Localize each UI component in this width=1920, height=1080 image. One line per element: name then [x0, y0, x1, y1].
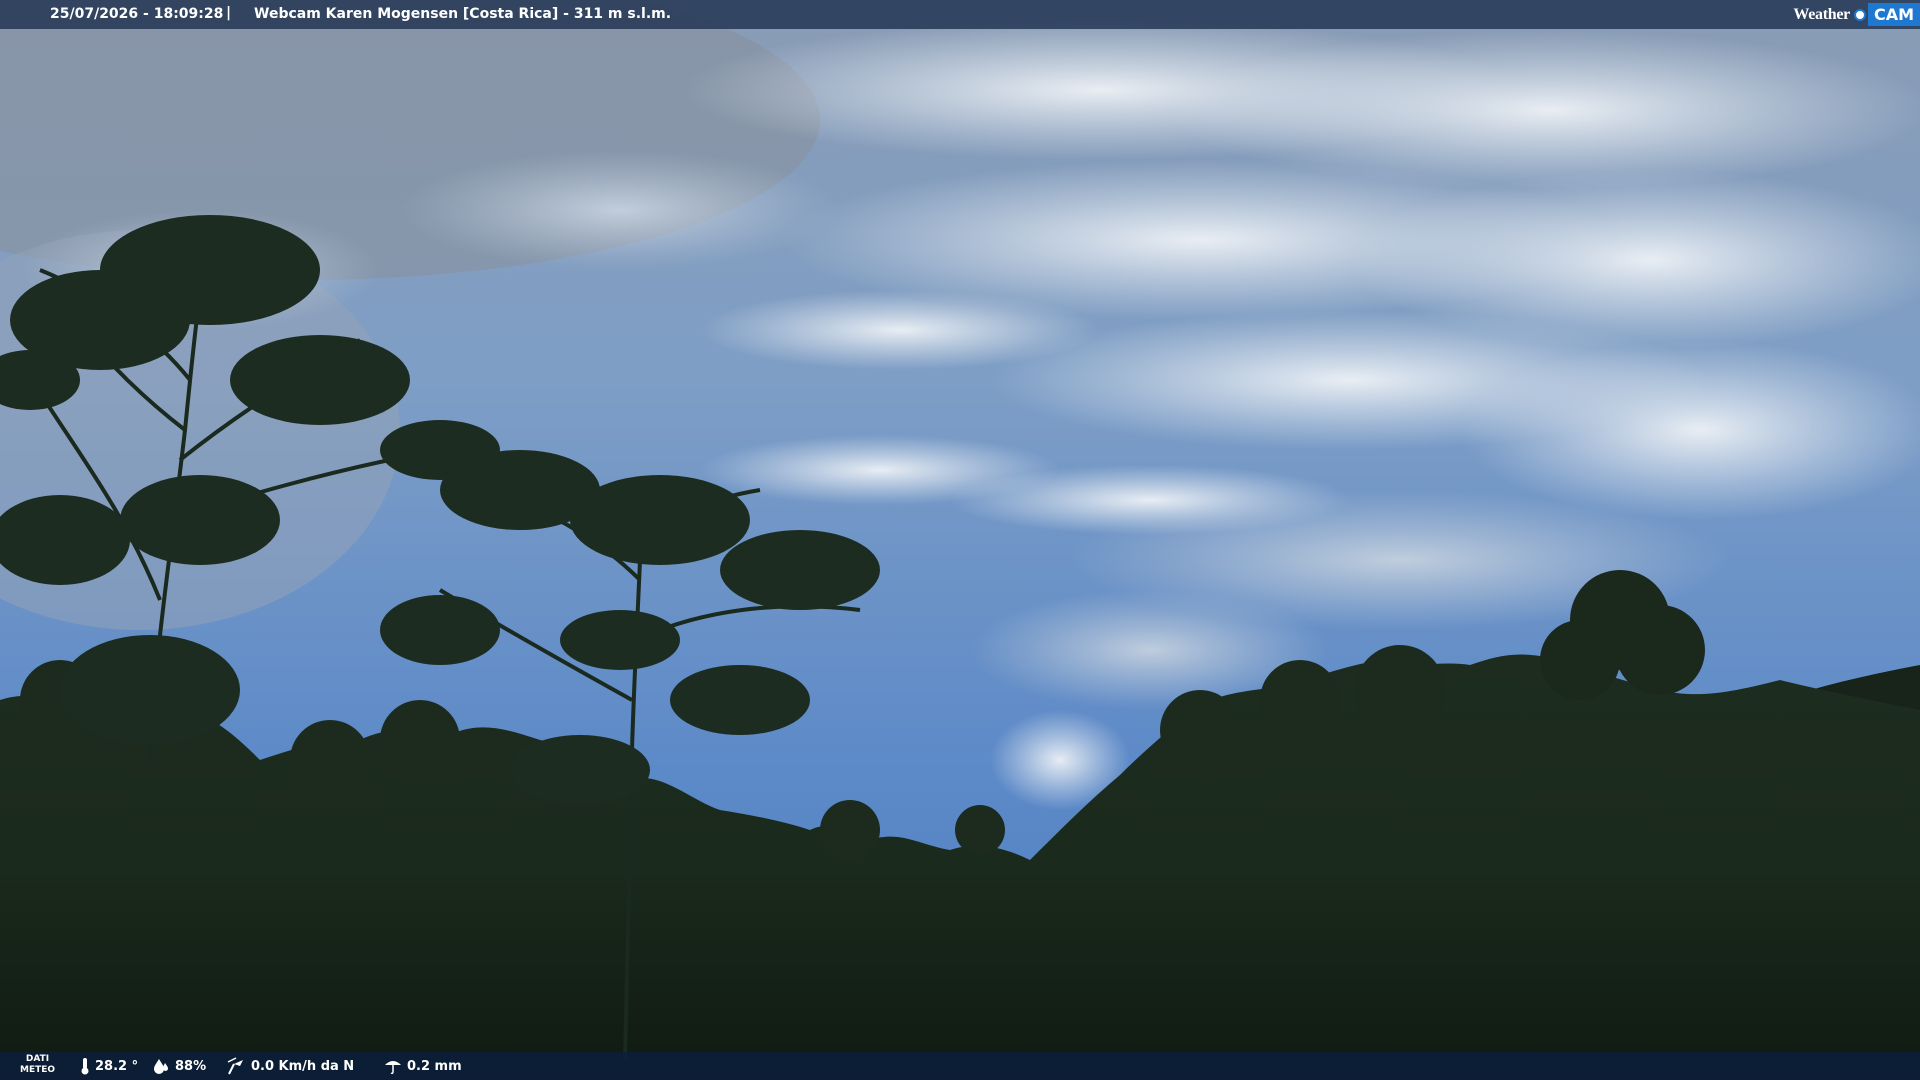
tree-clump [1160, 690, 1240, 770]
tree-clump [955, 805, 1005, 855]
tree-clump [820, 800, 880, 860]
tree-clump [1615, 605, 1705, 695]
temperature-readout: 28.2 ° [80, 1057, 138, 1075]
brand-cam: CAM [1867, 3, 1920, 26]
webcam-title: Webcam Karen Mogensen [Costa Rica] - 311… [254, 6, 672, 22]
temperature-value: 28.2 ° [95, 1058, 139, 1074]
thermometer-icon [81, 1058, 89, 1075]
tree-clump [1540, 620, 1620, 700]
wind-icon [227, 1057, 243, 1075]
wind-readout: 0.0 Km/h da N [226, 1057, 354, 1075]
datetime-label: 25/07/2026 - 18:09:28 [50, 6, 224, 22]
weather-data-bar: DATI METEO 28.2 ° 88% 0.0 Km/h da N 0.2 … [0, 1052, 1920, 1080]
rain-readout: 0.2 mm [384, 1057, 462, 1075]
rain-value: 0.2 mm [407, 1058, 462, 1074]
rain-icon [385, 1061, 401, 1075]
tree-clump [380, 700, 460, 780]
cloud [400, 150, 840, 270]
humidity-value: 88% [175, 1058, 207, 1074]
brand-dot-icon [1853, 8, 1866, 21]
tree-clump [1355, 645, 1445, 735]
cloud [1460, 340, 1920, 520]
webcam-scene [0, 0, 1920, 1080]
tree-clump [1260, 660, 1340, 740]
dati-meteo-label: DATI METEO [20, 1054, 56, 1075]
weathercam-logo: Weather CAM [1793, 0, 1920, 29]
separator: | [226, 5, 232, 21]
brand-weather: Weather [1793, 5, 1850, 23]
humidity-readout: 88% [152, 1057, 206, 1075]
tree-clump [290, 720, 370, 800]
wind-value: 0.0 Km/h da N [251, 1058, 355, 1074]
humidity-icon [154, 1059, 168, 1074]
top-bar: 25/07/2026 - 18:09:28 | Webcam Karen Mog… [0, 0, 1920, 29]
